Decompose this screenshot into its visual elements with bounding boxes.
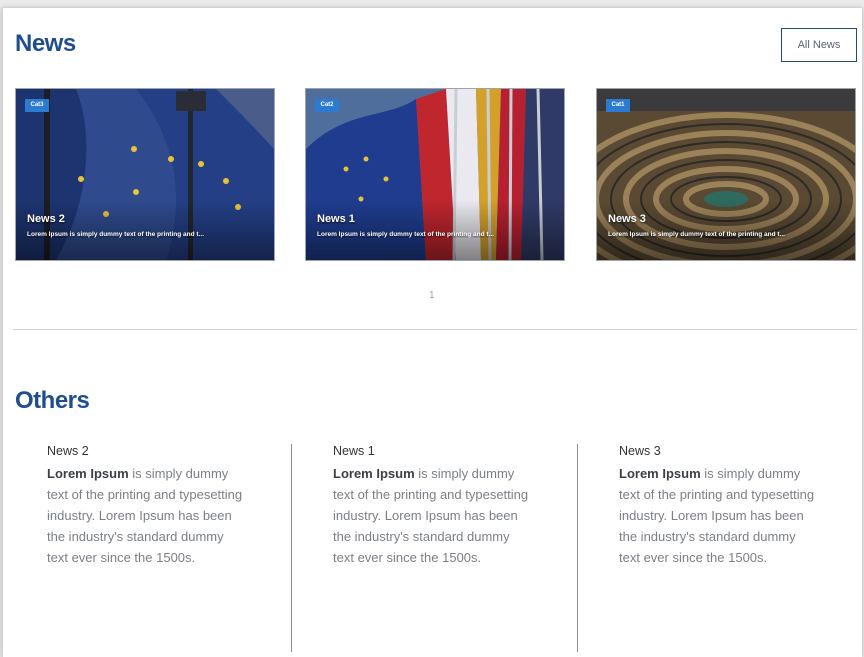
others-item-body: Lorem Ipsum is simply dummy text of the … bbox=[47, 463, 247, 568]
card-description: Lorem Ipsum is simply dummy text of the … bbox=[27, 231, 204, 238]
all-news-button[interactable]: All News bbox=[781, 28, 857, 62]
column-divider bbox=[291, 444, 292, 652]
card-description: Lorem Ipsum is simply dummy text of the … bbox=[608, 231, 785, 238]
page-title: News bbox=[15, 30, 76, 57]
others-item-body: Lorem Ipsum is simply dummy text of the … bbox=[619, 463, 819, 568]
card-title[interactable]: News 1 bbox=[317, 213, 355, 225]
category-badge[interactable]: Cat1 bbox=[606, 99, 630, 112]
column-divider bbox=[577, 444, 578, 652]
others-item-lead: Lorem Ipsum bbox=[333, 466, 415, 481]
card-shade bbox=[16, 200, 274, 260]
card-shade bbox=[597, 200, 855, 260]
card-description: Lorem Ipsum is simply dummy text of the … bbox=[317, 231, 494, 238]
others-item-title[interactable]: News 2 bbox=[47, 444, 247, 458]
card-title[interactable]: News 2 bbox=[27, 213, 65, 225]
pagination-page[interactable]: 1 bbox=[429, 290, 435, 301]
others-item-lead: Lorem Ipsum bbox=[47, 466, 129, 481]
news-card[interactable]: Cat2 News 1 Lorem Ipsum is simply dummy … bbox=[305, 88, 565, 261]
section-divider bbox=[13, 329, 857, 330]
category-badge[interactable]: Cat2 bbox=[315, 99, 339, 112]
others-item-lead: Lorem Ipsum bbox=[619, 466, 701, 481]
others-item: News 2 Lorem Ipsum is simply dummy text … bbox=[47, 444, 247, 568]
news-card[interactable]: Cat3 News 2 Lorem Ipsum is simply dummy … bbox=[15, 88, 275, 261]
others-title: Others bbox=[15, 387, 90, 414]
others-item-body: Lorem Ipsum is simply dummy text of the … bbox=[333, 463, 533, 568]
news-card[interactable]: Cat1 News 3 Lorem Ipsum is simply dummy … bbox=[596, 88, 856, 261]
others-item: News 1 Lorem Ipsum is simply dummy text … bbox=[333, 444, 533, 568]
card-shade bbox=[306, 200, 564, 260]
others-item: News 3 Lorem Ipsum is simply dummy text … bbox=[619, 444, 819, 568]
others-item-title[interactable]: News 1 bbox=[333, 444, 533, 458]
news-widget: News All News Cat3 News 2 Lorem Ipsum is… bbox=[2, 8, 862, 657]
others-item-title[interactable]: News 3 bbox=[619, 444, 819, 458]
card-title[interactable]: News 3 bbox=[608, 213, 646, 225]
category-badge[interactable]: Cat3 bbox=[25, 99, 49, 112]
